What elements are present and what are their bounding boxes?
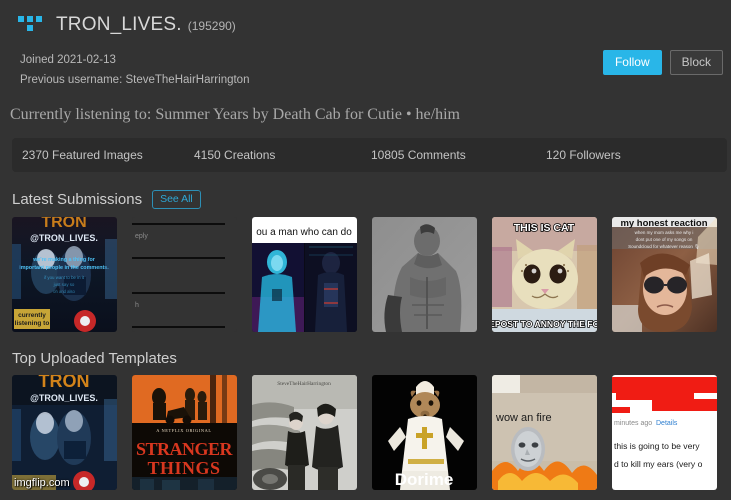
svg-text:wow an fire: wow an fire (495, 412, 552, 424)
wow-an-fire-image: wow an fire (492, 375, 597, 490)
svg-text:@TRON_LIVES.: @TRON_LIVES. (30, 393, 98, 403)
svg-text:ou a man who can do: ou a man who can do (256, 227, 352, 238)
four-dots-icon (18, 14, 46, 36)
svg-text:just say so: just say so (53, 282, 75, 287)
this-is-cat-image: THIS IS CAT REPOST TO ANNOY THE FOX (492, 217, 597, 332)
svg-text:Details: Details (656, 420, 678, 427)
see-all-button[interactable]: See All (152, 190, 201, 209)
bodybuilder-photo-image (372, 217, 477, 332)
section-header-latest-submissions: Latest Submissions See All (0, 172, 731, 217)
svg-text:STRANGER: STRANGER (136, 439, 234, 459)
thumbnail-dorime-rat[interactable]: Dorime (372, 375, 477, 490)
header-actions: Follow Block (602, 50, 723, 75)
thumbnail-this-is-cat[interactable]: THIS IS CAT REPOST TO ANNOY THE FOX (492, 217, 597, 332)
thumbnail-my-honest-reaction[interactable]: my honest reaction when my mom asks me w… (612, 217, 717, 332)
svg-text:we're making a thing for: we're making a thing for (32, 257, 96, 263)
svg-text:TRON: TRON (39, 375, 90, 391)
stats-bar: 2370 Featured Images 4150 Creations 1080… (12, 138, 727, 172)
svg-text:Soundcloud for whatever reason: Soundcloud for whatever reason 🎙 (628, 244, 700, 249)
thumbnail-redacted-chat-screenshot[interactable]: minutes ago Details this is going to be … (612, 375, 717, 490)
svg-text:h: h (135, 302, 139, 309)
svg-text:this is going to be very: this is going to be very (614, 441, 700, 451)
redacted-chat-screenshot-image: minutes ago Details this is going to be … (612, 375, 717, 490)
username-row: TRON_LIVES. (195290) (10, 12, 721, 38)
dorime-rat-image: Dorime (372, 375, 477, 490)
svg-text:A NETFLIX ORIGINAL: A NETFLIX ORIGINAL (156, 428, 211, 433)
svg-text:REPOST TO ANNOY THE FOX: REPOST TO ANNOY THE FOX (492, 319, 597, 329)
section-title: Top Uploaded Templates (12, 350, 177, 367)
a-man-who-can-do-image: ou a man who can do (252, 217, 357, 332)
username: TRON_LIVES. (56, 14, 182, 35)
thumbnail-wow-an-fire[interactable]: wow an fire (492, 375, 597, 490)
thumbnail-a-man-who-can-do[interactable]: ou a man who can do (252, 217, 357, 332)
svg-text:THIS IS CAT: THIS IS CAT (514, 222, 575, 234)
stat-followers: 120 Followers (546, 148, 621, 162)
tron-lives-announcement-2-image: TRON @TRON_LIVES. (12, 375, 117, 490)
svg-text:Dorime: Dorime (395, 470, 454, 489)
svg-text:if you want to be in it: if you want to be in it (44, 275, 85, 280)
tron-lives-announcement-image: TRON @TRON_LIVES. we're making a thing f… (12, 217, 117, 332)
profile-header: TRON_LIVES. (195290) Joined 2021-02-13 P… (0, 0, 731, 100)
thumbnail-steve-the-hair-harrington-photo[interactable]: SteveTheHairHarrington (252, 375, 357, 490)
stat-featured-images: 2370 Featured Images (22, 148, 143, 162)
follow-button[interactable]: Follow (602, 50, 662, 75)
section-title: Latest Submissions (12, 191, 143, 208)
user-points: (195290) (187, 19, 236, 33)
profile-page: TRON_LIVES. (195290) Joined 2021-02-13 P… (0, 0, 731, 500)
svg-text:TRON: TRON (41, 217, 86, 231)
blank-comment-reply-image: eply h (132, 217, 237, 332)
section-header-top-uploaded-templates: Top Uploaded Templates (0, 332, 731, 375)
top-uploaded-templates-row: TRON @TRON_LIVES. imgflip.com A NETFLIX … (0, 375, 731, 490)
svg-text:minutes ago: minutes ago (614, 420, 652, 427)
thumbnail-tron-lives-announcement[interactable]: TRON @TRON_LIVES. we're making a thing f… (12, 217, 117, 332)
latest-submissions-row: TRON @TRON_LIVES. we're making a thing f… (0, 217, 731, 332)
svg-text:@TRON_LIVES.: @TRON_LIVES. (30, 233, 98, 243)
thumbnail-stranger-things-poster[interactable]: A NETFLIX ORIGINAL STRANGER THINGS (132, 375, 237, 490)
svg-text:when my mom asks me why i: when my mom asks me why i (635, 230, 694, 235)
svg-text:oh and also: oh and also (53, 289, 75, 294)
stat-creations: 4150 Creations (194, 148, 276, 162)
svg-text:my honest reaction: my honest reaction (620, 218, 707, 229)
status-line: Currently listening to: Summer Years by … (10, 106, 460, 123)
thumbnail-blank-comment-reply[interactable]: eply h (132, 217, 237, 332)
svg-text:THINGS: THINGS (147, 458, 220, 478)
my-honest-reaction-image: my honest reaction when my mom asks me w… (612, 217, 717, 332)
stranger-things-poster-image: A NETFLIX ORIGINAL STRANGER THINGS (132, 375, 237, 490)
block-button[interactable]: Block (669, 50, 723, 75)
svg-text:listening to: listening to (15, 320, 50, 327)
steve-the-hair-harrington-photo-image: SteveTheHairHarrington (252, 375, 357, 490)
svg-text:currently: currently (18, 312, 46, 319)
svg-text:dont put one of my songs on: dont put one of my songs on (636, 237, 693, 242)
stat-comments: 10805 Comments (371, 148, 466, 162)
svg-text:d to kill my ears (very o: d to kill my ears (very o (614, 459, 703, 469)
svg-text:eply: eply (135, 233, 148, 240)
svg-text:SteveTheHairHarrington: SteveTheHairHarrington (277, 381, 331, 387)
svg-text:important people in the commen: important people in the comments. (19, 265, 109, 271)
thumbnail-bodybuilder-photo[interactable] (372, 217, 477, 332)
thumbnail-tron-lives-announcement-2[interactable]: TRON @TRON_LIVES. imgflip.com (12, 375, 117, 490)
